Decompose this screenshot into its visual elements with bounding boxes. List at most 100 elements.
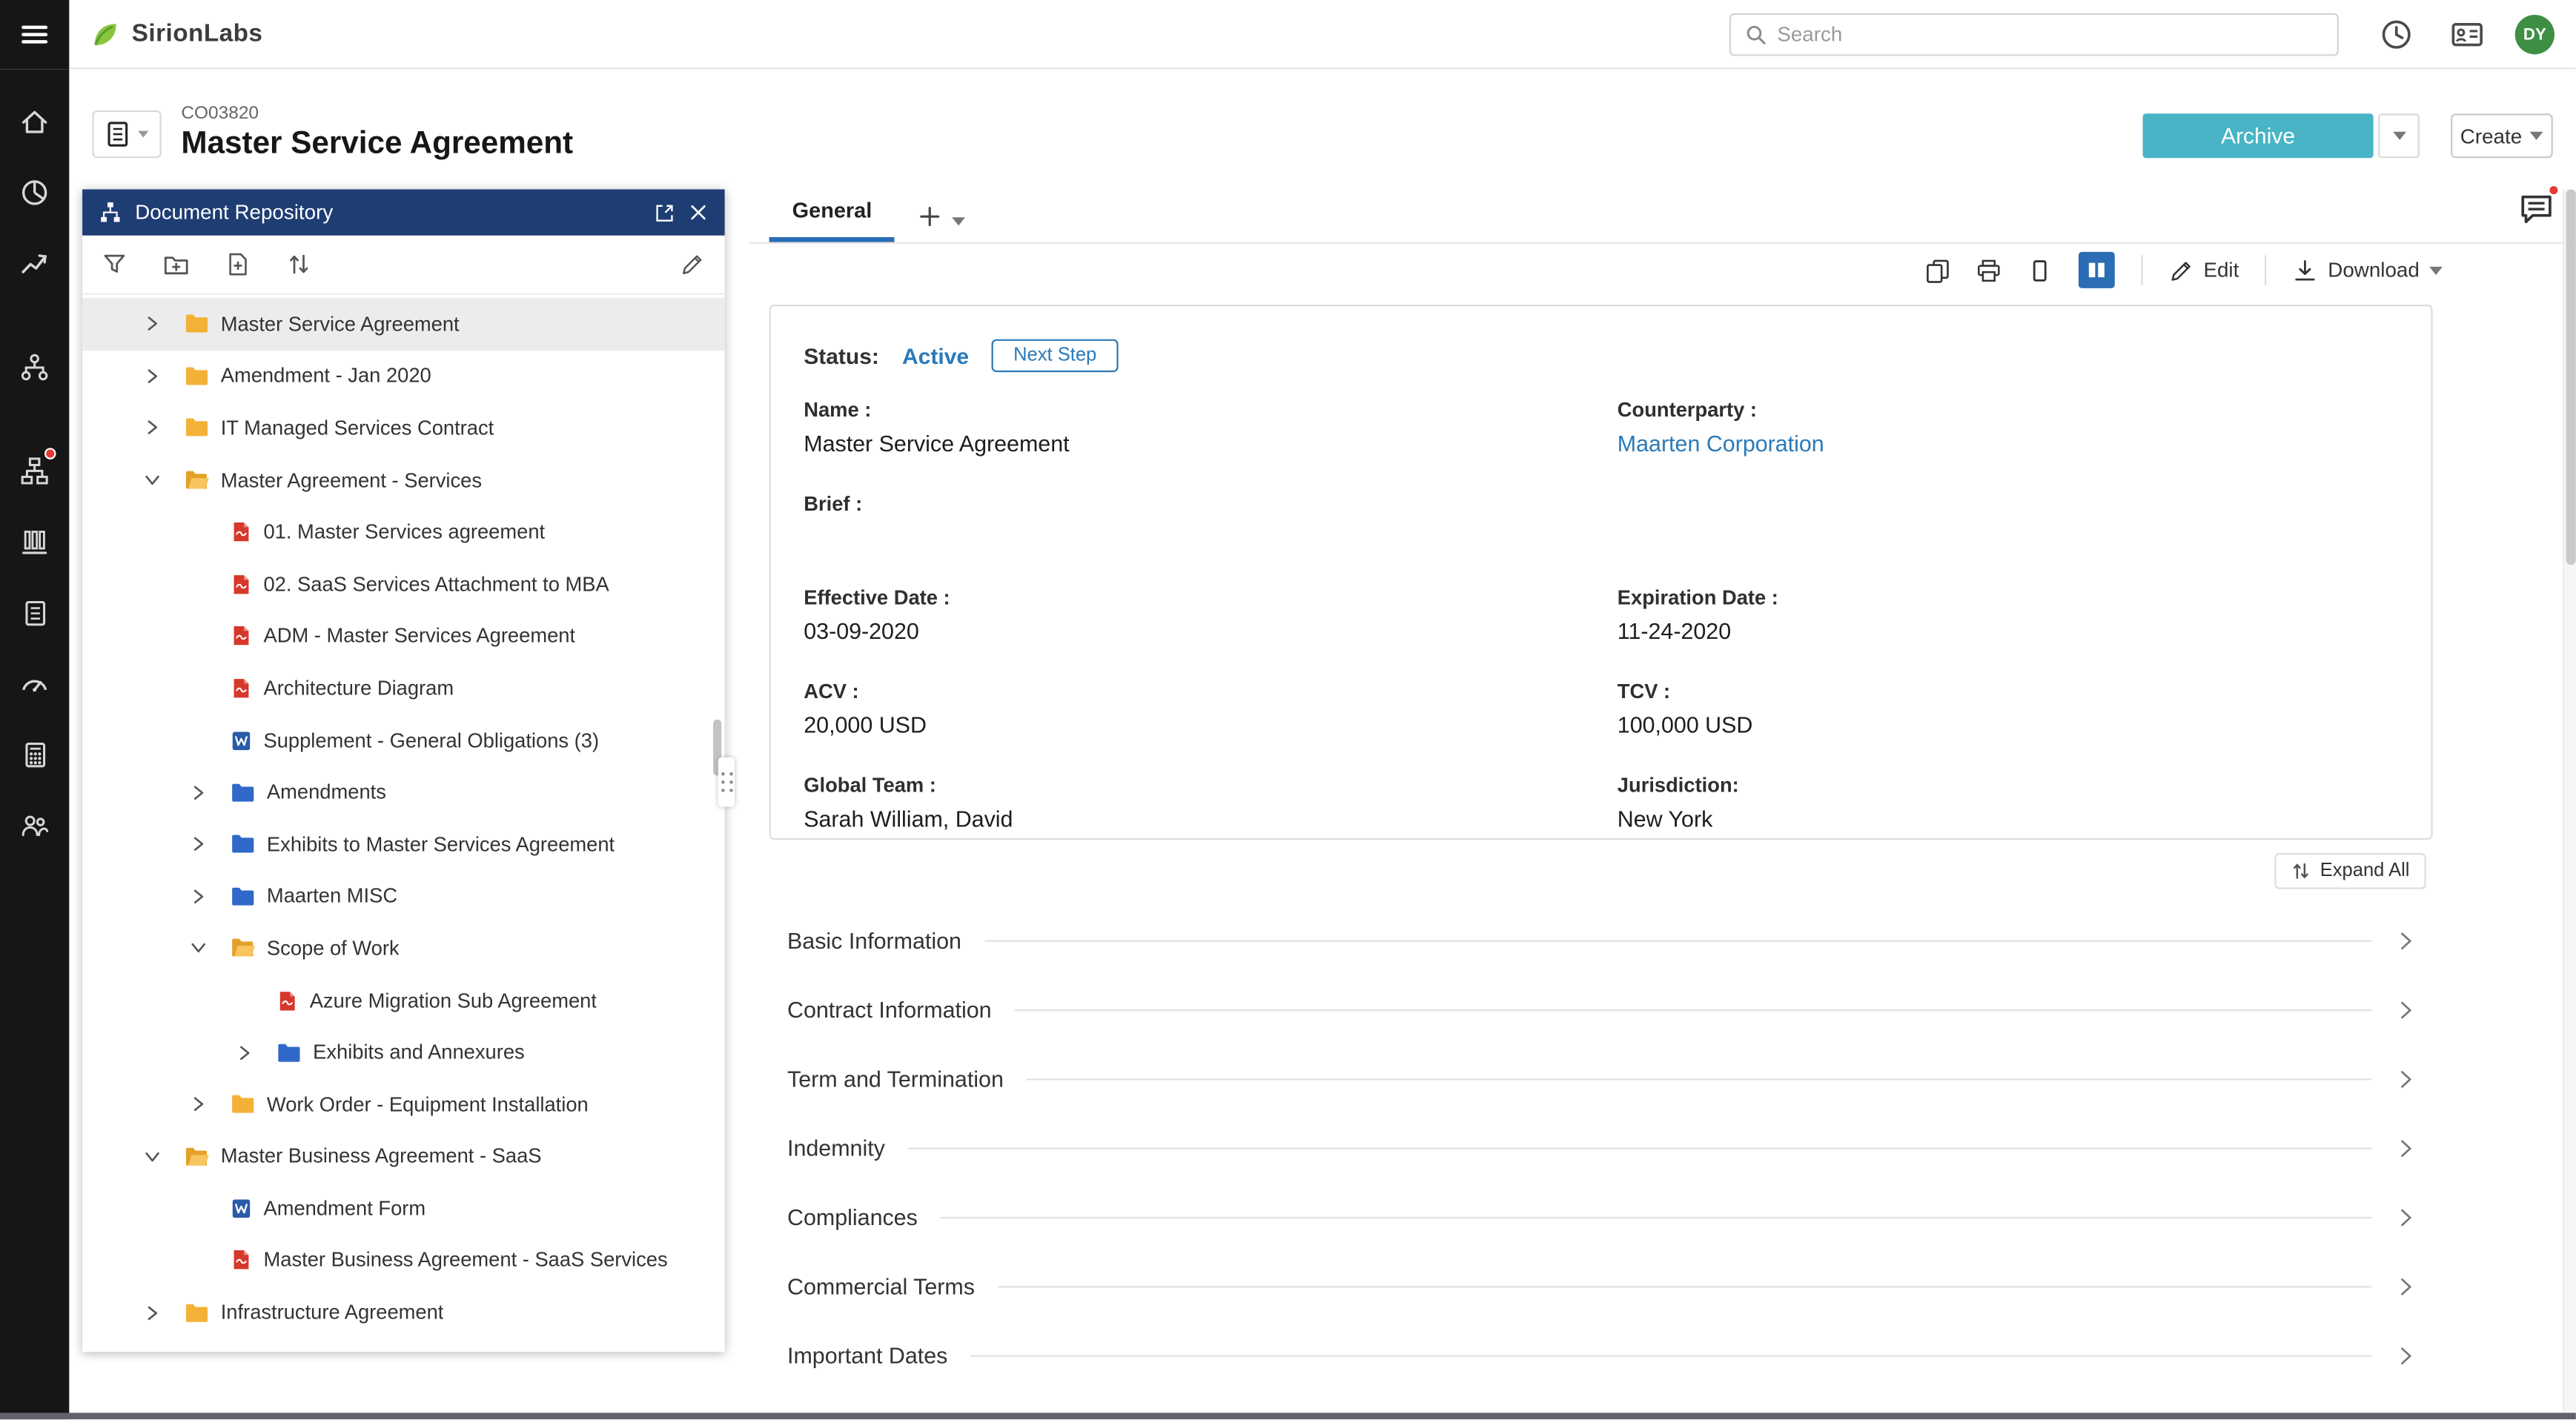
sidebar-item-dashboard[interactable] bbox=[0, 659, 69, 709]
section-indemnity[interactable]: Indemnity bbox=[787, 1113, 2416, 1182]
archive-button[interactable]: Archive bbox=[2143, 113, 2374, 158]
edit-tree-icon[interactable] bbox=[681, 252, 705, 276]
chevron-right-icon[interactable] bbox=[185, 831, 231, 857]
sidebar-item-suppliers[interactable] bbox=[0, 342, 69, 392]
sidebar-item-relationships[interactable] bbox=[0, 446, 69, 496]
sidebar-item-home[interactable] bbox=[0, 97, 69, 147]
folder-blue-icon bbox=[231, 884, 255, 909]
chevron-down-icon[interactable] bbox=[185, 935, 231, 962]
tab-list-chevron-icon[interactable] bbox=[953, 217, 966, 225]
edit-button[interactable]: Edit bbox=[2169, 258, 2239, 282]
chevron-right-icon[interactable] bbox=[139, 363, 185, 390]
page-scrollbar[interactable] bbox=[2563, 190, 2576, 1413]
search-icon bbox=[1744, 23, 1767, 46]
relationships-icon bbox=[20, 456, 50, 485]
status-row: Status: Active Next Step bbox=[804, 339, 2398, 372]
search-input[interactable] bbox=[1777, 23, 2324, 46]
tree-file-row[interactable]: Architecture Diagram bbox=[82, 663, 725, 714]
section-commercial-terms[interactable]: Commercial Terms bbox=[787, 1252, 2416, 1321]
tree-folder-row[interactable]: Exhibits and Annexures bbox=[82, 1026, 725, 1078]
tree-file-row[interactable]: Supplement - General Obligations (3) bbox=[82, 714, 725, 766]
field-value: New York bbox=[1618, 807, 2398, 835]
sidebar-item-performance[interactable] bbox=[0, 239, 69, 288]
chevron-right-icon[interactable] bbox=[185, 779, 231, 806]
filter-icon[interactable] bbox=[102, 252, 127, 276]
toolbar-divider bbox=[2265, 255, 2267, 285]
arrow-spacer bbox=[185, 571, 231, 597]
chevron-right-icon[interactable] bbox=[139, 415, 185, 442]
chevron-right-icon[interactable] bbox=[185, 883, 231, 910]
download-button[interactable]: Download bbox=[2294, 258, 2443, 282]
tree-folder-row[interactable]: Master Agreement - Services bbox=[82, 454, 725, 506]
archive-dropdown-button[interactable] bbox=[2378, 113, 2420, 158]
tree-folder-row[interactable]: Amendment - Jan 2020 bbox=[82, 350, 725, 402]
document-type-button[interactable] bbox=[92, 110, 161, 158]
section-basic-information[interactable]: Basic Information bbox=[787, 906, 2416, 975]
chevron-right-icon[interactable] bbox=[231, 1039, 277, 1066]
tree-folder-row[interactable]: Infrastructure Agreement bbox=[82, 1287, 725, 1338]
tree-folder-row[interactable]: IT Managed Services Contract bbox=[82, 402, 725, 454]
tree-folder-row[interactable]: Amendments bbox=[82, 766, 725, 818]
tree-folder-row[interactable]: Scope of Work bbox=[82, 922, 725, 974]
tree-item-label: Master Service Agreement bbox=[221, 313, 460, 336]
copy-button[interactable] bbox=[1925, 258, 1950, 282]
scrollbar-thumb[interactable] bbox=[2566, 190, 2576, 565]
tree-item-label: Exhibits and Annexures bbox=[313, 1041, 525, 1064]
brand-logo[interactable]: SirionLabs bbox=[89, 17, 262, 50]
section-title: Important Dates bbox=[787, 1343, 947, 1367]
sidebar-item-library[interactable] bbox=[0, 517, 69, 567]
print-button[interactable] bbox=[1976, 258, 2001, 282]
panel-resize-grip[interactable] bbox=[718, 757, 735, 807]
sidebar-item-analytics[interactable] bbox=[0, 168, 69, 218]
chevron-down-icon[interactable] bbox=[139, 467, 185, 494]
pdf-icon bbox=[231, 1249, 252, 1272]
section-term-and-termination[interactable]: Term and Termination bbox=[787, 1044, 2416, 1113]
two-column-view-button[interactable] bbox=[2079, 252, 2115, 288]
chevron-right-icon[interactable] bbox=[139, 1299, 185, 1326]
tree-folder-row[interactable]: Master Service Agreement bbox=[82, 298, 725, 350]
field-cell: ACV :20,000 USD bbox=[804, 680, 1600, 746]
folder-yellow-icon bbox=[185, 364, 209, 388]
tree-file-row[interactable]: 02. SaaS Services Attachment to MBA bbox=[82, 558, 725, 610]
chevron-right-icon[interactable] bbox=[185, 1091, 231, 1118]
add-document-icon[interactable] bbox=[225, 252, 250, 276]
chevron-right-icon[interactable] bbox=[139, 311, 185, 337]
finance-icon bbox=[21, 740, 49, 769]
tree-item-label: ADM - Master Services Agreement bbox=[263, 625, 575, 648]
add-folder-icon[interactable] bbox=[163, 251, 190, 278]
hamburger-menu-button[interactable] bbox=[0, 0, 69, 68]
sidebar-item-teams[interactable] bbox=[0, 800, 69, 850]
chevron-right-icon bbox=[2394, 1137, 2416, 1158]
create-button[interactable]: Create bbox=[2451, 113, 2553, 158]
tree-folder-row[interactable]: Work Order - Equipment Installation bbox=[82, 1078, 725, 1130]
tree-file-row[interactable]: Amendment Form bbox=[82, 1182, 725, 1234]
contacts-icon[interactable] bbox=[2449, 16, 2486, 53]
tree-file-row[interactable]: Master Business Agreement - SaaS Service… bbox=[82, 1235, 725, 1287]
single-column-view-button[interactable] bbox=[2027, 258, 2052, 282]
chevron-down-icon[interactable] bbox=[139, 1144, 185, 1170]
tree-file-row[interactable]: Azure Migration Sub Agreement bbox=[82, 975, 725, 1026]
tree-file-row[interactable]: 01. Master Services agreement bbox=[82, 506, 725, 558]
sidebar-item-documents[interactable] bbox=[0, 588, 69, 637]
comments-button[interactable] bbox=[2513, 186, 2559, 232]
section-important-dates[interactable]: Important Dates bbox=[787, 1321, 2416, 1390]
tree-file-row[interactable]: ADM - Master Services Agreement bbox=[82, 610, 725, 662]
close-icon[interactable] bbox=[689, 202, 709, 222]
section-compliances[interactable]: Compliances bbox=[787, 1182, 2416, 1251]
sections: Basic InformationContract InformationTer… bbox=[787, 906, 2416, 1390]
history-icon[interactable] bbox=[2378, 16, 2414, 53]
expand-all-button[interactable]: Expand All bbox=[2274, 853, 2426, 889]
tree-folder-row[interactable]: Master Business Agreement - SaaS bbox=[82, 1130, 725, 1182]
add-tab-icon[interactable] bbox=[918, 205, 942, 229]
expand-panel-icon[interactable] bbox=[654, 202, 675, 223]
expand-collapse-icon[interactable] bbox=[287, 252, 311, 276]
next-step-button[interactable]: Next Step bbox=[992, 339, 1118, 372]
tree-folder-row[interactable]: Maarten MISC bbox=[82, 870, 725, 922]
section-contract-information[interactable]: Contract Information bbox=[787, 975, 2416, 1044]
tree-folder-row[interactable]: Exhibits to Master Services Agreement bbox=[82, 818, 725, 870]
sidebar-item-finance[interactable] bbox=[0, 729, 69, 779]
user-avatar[interactable]: DY bbox=[2515, 15, 2555, 54]
field-value-link[interactable]: Maarten Corporation bbox=[1618, 431, 2398, 459]
folder-yellow-icon bbox=[185, 1300, 209, 1324]
tab-general[interactable]: General bbox=[769, 198, 895, 242]
